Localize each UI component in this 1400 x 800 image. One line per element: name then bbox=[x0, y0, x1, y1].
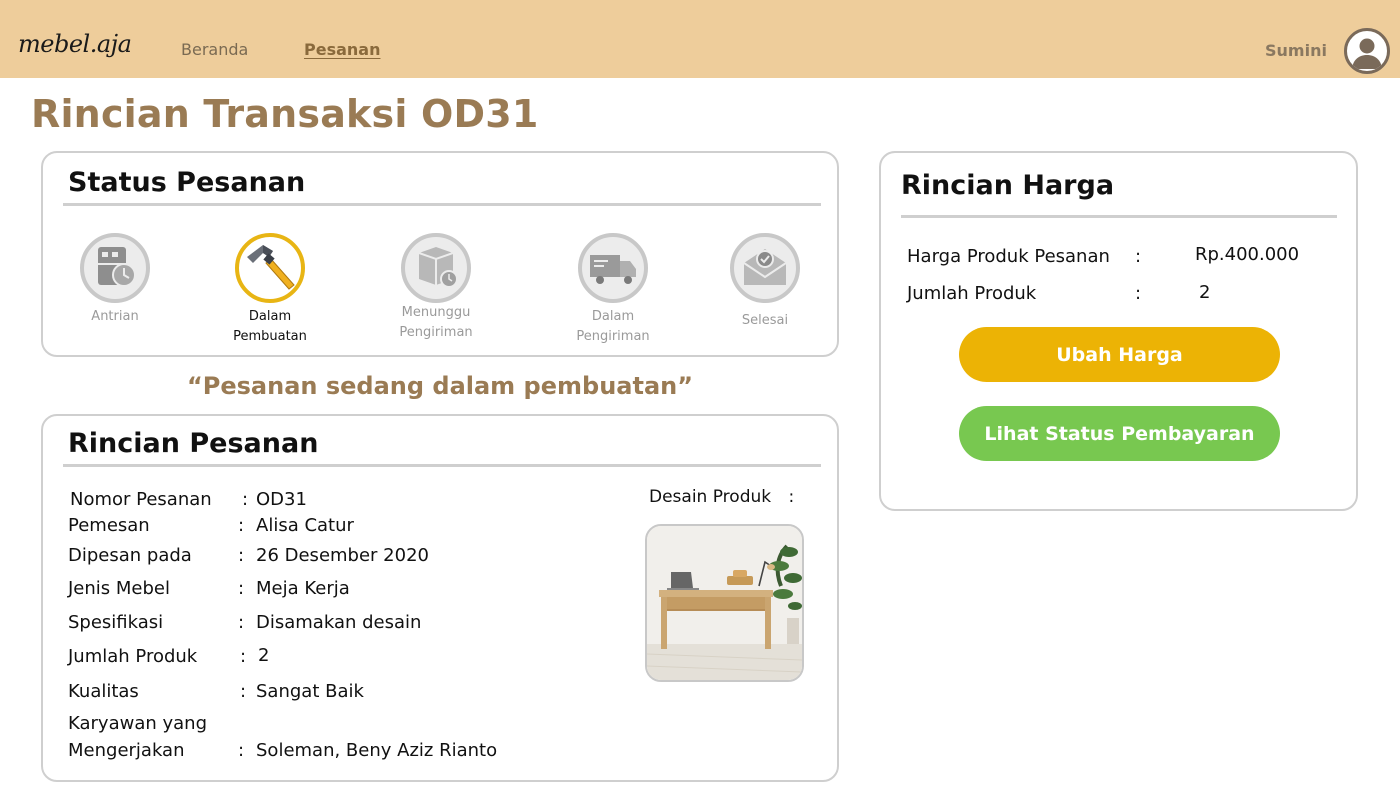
order-colon: : bbox=[240, 681, 247, 702]
order-value-jenis: Meja Kerja bbox=[256, 578, 350, 599]
status-caption: “Pesanan sedang dalam pembuatan” bbox=[186, 372, 693, 400]
edit-price-button[interactable]: Ubah Harga bbox=[959, 327, 1280, 382]
price-value-jumlah: 2 bbox=[1199, 282, 1211, 303]
truck-icon bbox=[578, 233, 648, 303]
page-title: Rincian Transaksi OD31 bbox=[31, 92, 539, 136]
step-label-dalam-pembuatan-2: Pembuatan bbox=[233, 329, 307, 344]
brand-logo[interactable]: mebel.aja bbox=[18, 30, 132, 58]
order-label-karyawan-2: Mengerjakan bbox=[68, 740, 185, 761]
order-label-jenis: Jenis Mebel bbox=[68, 578, 170, 599]
order-colon: : bbox=[238, 578, 245, 599]
order-label-kualitas: Kualitas bbox=[68, 681, 139, 702]
order-colon: : bbox=[242, 489, 249, 510]
order-colon: : bbox=[240, 646, 247, 667]
package-wait-icon bbox=[401, 233, 471, 303]
step-label-dalam-pengiriman-2: Pengiriman bbox=[576, 329, 650, 344]
order-value-karyawan: Soleman, Beny Aziz Rianto bbox=[256, 740, 498, 761]
order-label-karyawan-1: Karyawan yang bbox=[68, 713, 207, 734]
design-label: Desain Produk : bbox=[649, 487, 794, 507]
price-colon: : bbox=[1135, 246, 1142, 267]
order-value-kualitas: Sangat Baik bbox=[256, 681, 364, 702]
status-step-dalam-pembuatan: Dalam Pembuatan bbox=[205, 233, 335, 347]
order-label-pemesan: Pemesan bbox=[68, 515, 150, 536]
order-card-title: Rincian Pesanan bbox=[68, 428, 319, 459]
price-card-divider bbox=[901, 215, 1337, 218]
step-label-menunggu-2: Pengiriman bbox=[399, 325, 473, 340]
price-label-jumlah: Jumlah Produk bbox=[907, 283, 1037, 304]
step-label-selesai: Selesai bbox=[741, 313, 789, 328]
order-label-spesifikasi: Spesifikasi bbox=[68, 612, 164, 633]
product-design-image[interactable] bbox=[645, 524, 804, 682]
order-value-dipesan: 26 Desember 2020 bbox=[256, 545, 429, 566]
order-card-divider bbox=[63, 464, 821, 467]
step-label-dalam-pengiriman-1: Dalam bbox=[591, 309, 635, 324]
nav-link-pesanan[interactable]: Pesanan bbox=[304, 40, 380, 59]
step-label-menunggu-1: Menunggu bbox=[401, 305, 471, 320]
order-colon: : bbox=[238, 612, 245, 633]
hammer-icon bbox=[235, 233, 305, 303]
status-step-menunggu-pengiriman: Menunggu Pengiriman bbox=[371, 233, 501, 343]
status-card-divider bbox=[63, 203, 821, 206]
order-status-card: Status Pesanan Antrian Dalam Pembuatan M… bbox=[41, 151, 839, 357]
view-payment-status-button[interactable]: Lihat Status Pembayaran bbox=[959, 406, 1280, 461]
user-avatar-icon[interactable] bbox=[1344, 28, 1390, 74]
order-label-jumlah: Jumlah Produk bbox=[68, 646, 198, 667]
status-step-dalam-pengiriman: Dalam Pengiriman bbox=[548, 233, 678, 347]
status-card-title: Status Pesanan bbox=[68, 167, 306, 198]
envelope-check-icon bbox=[730, 233, 800, 303]
step-label-antrian: Antrian bbox=[91, 309, 139, 324]
order-value-spesifikasi: Disamakan desain bbox=[256, 612, 422, 633]
design-label-colon: : bbox=[788, 487, 795, 507]
status-step-selesai: Selesai bbox=[700, 233, 830, 331]
desk-photo-icon bbox=[647, 526, 802, 680]
order-colon: : bbox=[238, 545, 245, 566]
price-colon: : bbox=[1135, 283, 1142, 304]
price-card-title: Rincian Harga bbox=[901, 170, 1115, 201]
order-value-pemesan: Alisa Catur bbox=[256, 515, 354, 536]
order-label-nomor: Nomor Pesanan bbox=[70, 489, 212, 510]
order-detail-card: Rincian Pesanan Nomor Pesanan : OD31 Pem… bbox=[41, 414, 839, 782]
order-colon: : bbox=[238, 740, 245, 761]
person-icon bbox=[1352, 38, 1382, 69]
step-label-dalam-pembuatan-1: Dalam bbox=[248, 309, 292, 324]
order-colon: : bbox=[238, 515, 245, 536]
price-detail-card: Rincian Harga Harga Produk Pesanan : Rp.… bbox=[879, 151, 1358, 511]
design-label-text: Desain Produk bbox=[649, 487, 772, 507]
status-step-antrian: Antrian bbox=[50, 233, 180, 327]
nav-link-beranda[interactable]: Beranda bbox=[181, 40, 248, 59]
order-label-dipesan: Dipesan pada bbox=[68, 545, 192, 566]
order-value-nomor: OD31 bbox=[256, 489, 307, 510]
order-value-jumlah: 2 bbox=[258, 645, 270, 666]
price-value-harga: Rp.400.000 bbox=[1195, 244, 1300, 265]
price-label-harga: Harga Produk Pesanan bbox=[907, 246, 1110, 267]
user-name[interactable]: Sumini bbox=[1265, 41, 1327, 60]
queue-icon bbox=[80, 233, 150, 303]
top-navigation-bar: mebel.aja Beranda Pesanan Sumini bbox=[0, 0, 1400, 78]
